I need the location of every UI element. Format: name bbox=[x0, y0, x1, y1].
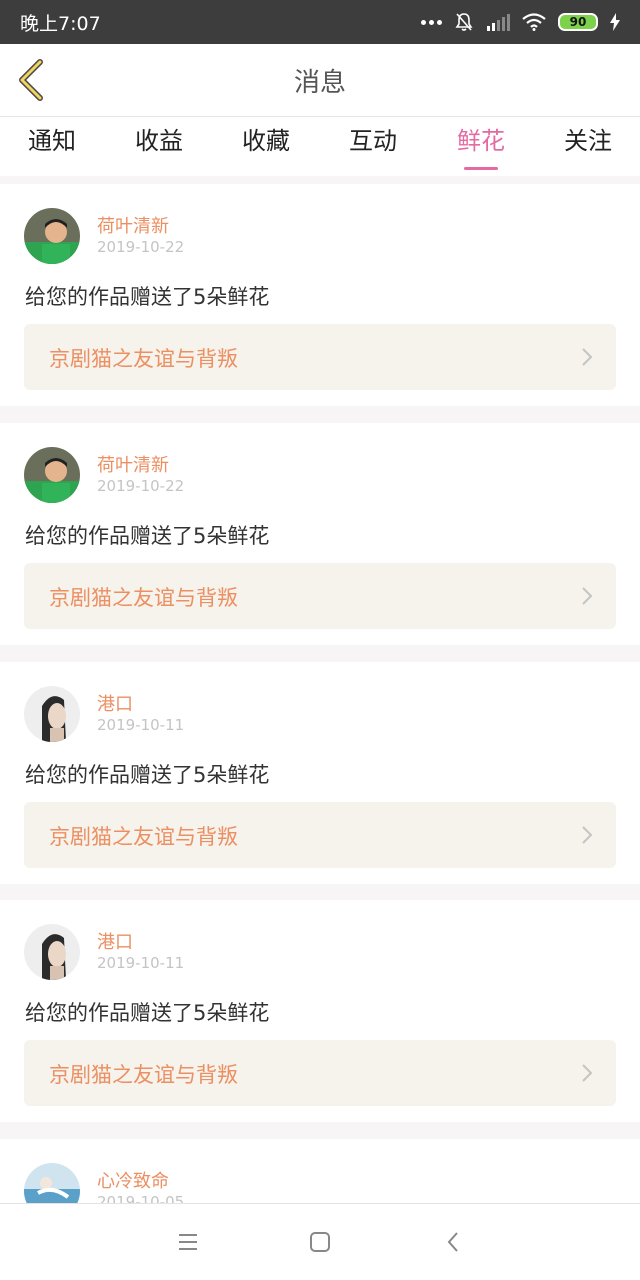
message-text: 给您的作品赠送了5朵鲜花 bbox=[25, 1001, 270, 1025]
tab-interaction[interactable]: 互动 bbox=[323, 123, 423, 171]
work-title: 京剧猫之友谊与背叛 bbox=[49, 825, 238, 849]
work-title: 京剧猫之友谊与背叛 bbox=[49, 586, 238, 610]
sender-name[interactable]: 荷叶清新 bbox=[97, 451, 169, 477]
status-icons: 90 bbox=[421, 12, 620, 32]
home-square-icon[interactable] bbox=[308, 1230, 332, 1254]
bell-muted-icon bbox=[455, 13, 473, 31]
message-date: 2019-10-05 bbox=[97, 1193, 185, 1203]
tab-flowers[interactable]: 鲜花 bbox=[431, 123, 531, 171]
charging-icon bbox=[610, 13, 620, 31]
avatar[interactable] bbox=[24, 1163, 80, 1203]
menu-icon[interactable] bbox=[176, 1230, 200, 1254]
message-card: 港口 2019-10-11 给您的作品赠送了5朵鲜花 京剧猫之友谊与背叛 bbox=[0, 662, 640, 884]
work-link[interactable]: 京剧猫之友谊与背叛 bbox=[24, 563, 616, 629]
chevron-right-icon bbox=[582, 826, 593, 844]
sender-name[interactable]: 荷叶清新 bbox=[97, 212, 169, 238]
tab-bar: 通知 收益 收藏 互动 鲜花 关注 bbox=[0, 116, 640, 176]
avatar[interactable] bbox=[24, 924, 80, 980]
message-card: 心冷致命 2019-10-05 bbox=[0, 1139, 640, 1203]
tab-earnings[interactable]: 收益 bbox=[109, 123, 209, 171]
message-text: 给您的作品赠送了5朵鲜花 bbox=[25, 763, 270, 787]
message-date: 2019-10-11 bbox=[97, 716, 185, 734]
work-link[interactable]: 京剧猫之友谊与背叛 bbox=[24, 324, 616, 390]
battery-icon: 90 bbox=[558, 13, 598, 31]
message-card: 荷叶清新 2019-10-22 给您的作品赠送了5朵鲜花 京剧猫之友谊与背叛 bbox=[0, 423, 640, 645]
wifi-icon bbox=[522, 13, 546, 31]
message-card: 港口 2019-10-11 给您的作品赠送了5朵鲜花 京剧猫之友谊与背叛 bbox=[0, 900, 640, 1122]
message-text: 给您的作品赠送了5朵鲜花 bbox=[25, 524, 270, 548]
work-link[interactable]: 京剧猫之友谊与背叛 bbox=[24, 802, 616, 868]
message-date: 2019-10-22 bbox=[97, 238, 185, 256]
header: 消息 bbox=[0, 44, 640, 116]
message-card: 荷叶清新 2019-10-22 给您的作品赠送了5朵鲜花 京剧猫之友谊与背叛 bbox=[0, 184, 640, 406]
status-bar: 晚上7:07 90 bbox=[0, 0, 640, 44]
active-tab-indicator bbox=[464, 167, 498, 170]
tab-following[interactable]: 关注 bbox=[538, 123, 638, 171]
signal-icon bbox=[487, 14, 510, 31]
work-link[interactable]: 京剧猫之友谊与背叛 bbox=[24, 1040, 616, 1106]
avatar[interactable] bbox=[24, 447, 80, 503]
chevron-right-icon bbox=[582, 1064, 593, 1082]
avatar[interactable] bbox=[24, 208, 80, 264]
status-time: 晚上7:07 bbox=[20, 12, 101, 35]
sender-name[interactable]: 港口 bbox=[97, 690, 133, 716]
sender-name[interactable]: 港口 bbox=[97, 928, 133, 954]
avatar[interactable] bbox=[24, 686, 80, 742]
tab-notice[interactable]: 通知 bbox=[2, 123, 102, 171]
work-title: 京剧猫之友谊与背叛 bbox=[49, 347, 238, 371]
message-text: 给您的作品赠送了5朵鲜花 bbox=[25, 285, 270, 309]
page-title: 消息 bbox=[293, 68, 346, 98]
chevron-right-icon bbox=[582, 587, 593, 605]
work-title: 京剧猫之友谊与背叛 bbox=[49, 1063, 238, 1087]
sender-name[interactable]: 心冷致命 bbox=[97, 1167, 169, 1193]
back-icon[interactable] bbox=[442, 1230, 466, 1254]
message-date: 2019-10-22 bbox=[97, 477, 185, 495]
more-dots-icon bbox=[421, 19, 442, 25]
tab-favorites[interactable]: 收藏 bbox=[216, 123, 316, 171]
chevron-right-icon bbox=[582, 348, 593, 366]
system-nav-bar bbox=[0, 1203, 640, 1280]
message-date: 2019-10-11 bbox=[97, 954, 185, 972]
